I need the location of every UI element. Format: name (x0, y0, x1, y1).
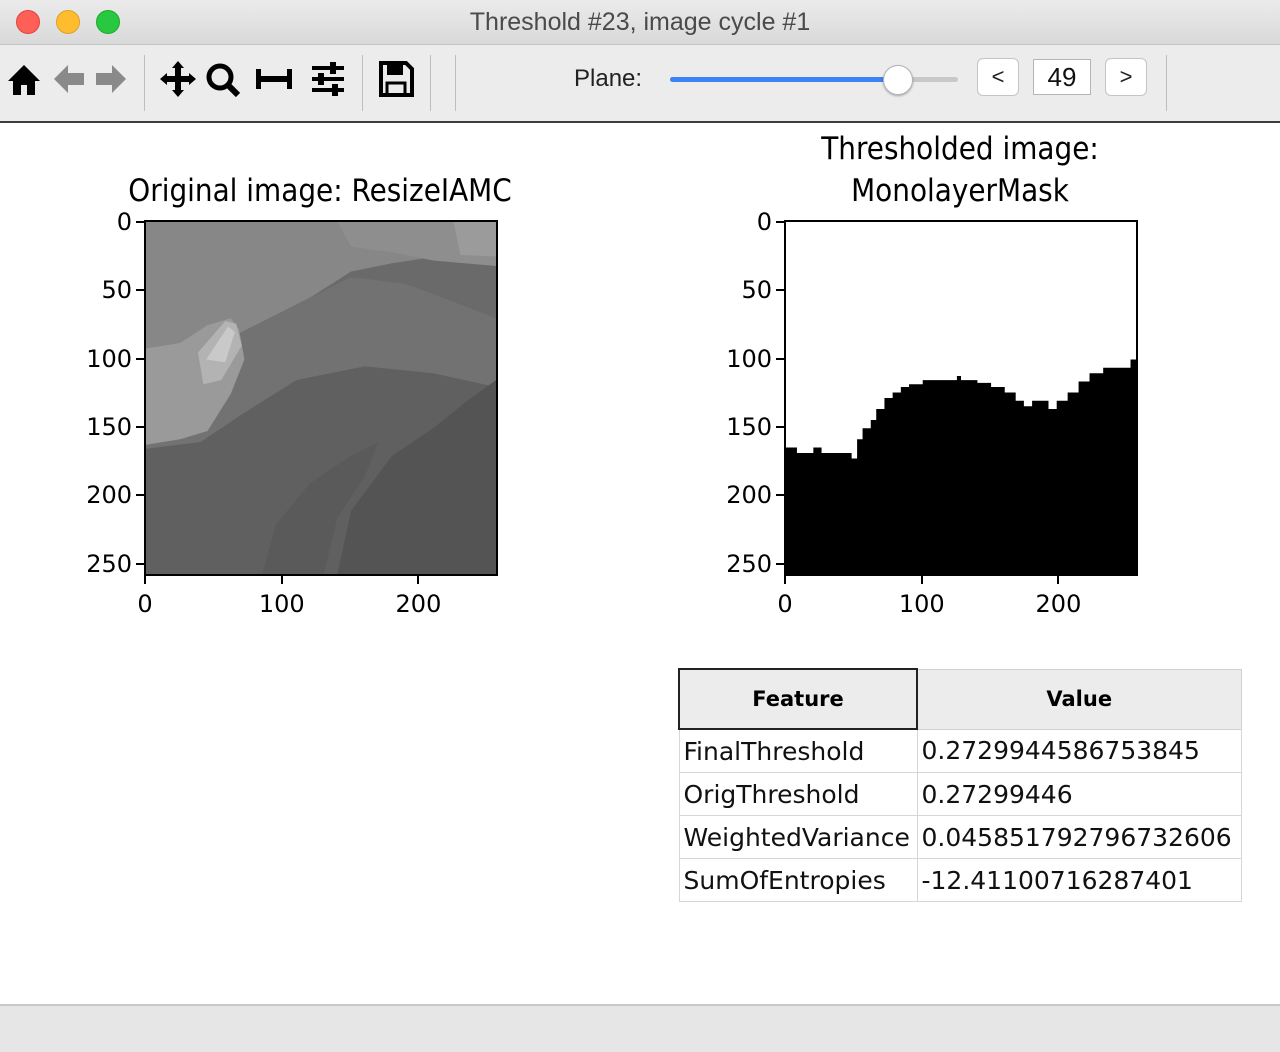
thresholded-xtick (784, 576, 786, 584)
thresholded-image-title-line1: Thresholded image: (821, 131, 1099, 167)
toolbar-separator (1166, 55, 1167, 111)
toolbar-separator (144, 55, 145, 111)
toolbar-separator (455, 55, 456, 111)
thresholded-ytick-label: 150 (726, 413, 772, 442)
feature-cell[interactable]: SumOfEntropies (678, 858, 918, 902)
plane-slider[interactable] (670, 65, 960, 95)
thresholded-xtick-label: 200 (1035, 590, 1082, 618)
feature-cell[interactable]: OrigThreshold (678, 772, 918, 816)
thresholded-ytick-label: 0 (756, 208, 772, 236)
back-arrow-icon[interactable] (48, 57, 88, 101)
table-row[interactable]: SumOfEntropies -12.41100716287401 (678, 858, 1242, 902)
original-grayscale-image (146, 222, 496, 574)
original-xtick (280, 576, 283, 584)
original-xtick-label: 200 (395, 590, 442, 618)
thresholded-xtick (920, 576, 923, 584)
original-xtick-label: 0 (137, 590, 153, 618)
original-ytick (136, 357, 144, 360)
plane-label: Plane: (574, 65, 643, 92)
column-header-value[interactable]: Value (916, 668, 1242, 730)
original-ytick (136, 494, 144, 497)
thresholded-ytick-label: 250 (726, 549, 772, 578)
thresholded-ytick (776, 426, 784, 429)
toolbar: Plane: < > (0, 45, 1280, 123)
thresholded-ytick-label: 100 (726, 344, 772, 373)
toolbar-separator (362, 55, 363, 111)
plane-slider-fill (670, 77, 898, 82)
original-xtick-label: 100 (258, 590, 305, 618)
original-image-title: Original image: ResizeIAMC (128, 173, 512, 209)
original-ytick-label: 250 (86, 549, 132, 578)
original-ytick-label: 150 (86, 413, 132, 442)
monolayer-mask-image (786, 222, 1136, 574)
toolbar-separator (430, 55, 431, 111)
pan-move-icon[interactable] (158, 57, 198, 101)
thresholded-ytick (776, 357, 784, 360)
thresholded-ytick-label: 200 (726, 481, 772, 510)
window-title: Threshold #23, image cycle #1 (469, 8, 811, 36)
feature-table: Feature Value FinalThreshold 0.272994458… (678, 668, 1242, 902)
zoom-magnifier-icon[interactable] (202, 57, 242, 101)
feature-cell[interactable]: FinalThreshold (678, 728, 918, 773)
table-row[interactable]: WeightedVariance 0.045851792796732606 (678, 815, 1242, 859)
thresholded-ytick (776, 562, 784, 565)
thresholded-ytick (776, 289, 784, 292)
feature-cell[interactable]: WeightedVariance (678, 815, 918, 859)
save-floppy-icon[interactable] (376, 57, 416, 101)
thresholded-xtick-label: 100 (898, 590, 945, 618)
original-xtick (417, 576, 420, 584)
window-titlebar: Threshold #23, image cycle #1 (0, 0, 1280, 45)
plane-slider-thumb[interactable] (882, 65, 913, 95)
thresholded-xtick (1057, 576, 1060, 584)
table-header-row: Feature Value (678, 668, 1242, 730)
home-icon[interactable] (4, 57, 44, 101)
original-ytick (136, 221, 144, 223)
original-image-axes (144, 220, 498, 576)
original-ytick-label: 50 (101, 276, 132, 305)
column-header-feature[interactable]: Feature (678, 668, 918, 730)
forward-arrow-icon[interactable] (92, 57, 132, 101)
thresholded-image-axes (784, 220, 1138, 576)
next-plane-button[interactable]: > (1105, 58, 1147, 96)
thresholded-ytick (776, 221, 784, 223)
thresholded-xtick-label: 0 (777, 590, 793, 618)
previous-plane-button[interactable]: < (977, 58, 1019, 96)
original-ytick (136, 426, 144, 429)
original-ytick-label: 200 (86, 481, 132, 510)
value-cell[interactable]: 0.2729944586753845 (916, 728, 1242, 773)
subplot-adjust-icon[interactable] (254, 57, 294, 101)
thresholded-image-title-line2: MonolayerMask (851, 173, 1069, 209)
status-bar (0, 1004, 1280, 1052)
value-cell[interactable]: -12.41100716287401 (916, 858, 1242, 902)
configure-sliders-icon[interactable] (308, 57, 348, 101)
original-ytick (136, 562, 144, 565)
original-ytick-label: 100 (86, 344, 132, 373)
original-ytick-label: 0 (116, 208, 132, 236)
original-ytick (136, 289, 144, 292)
value-cell[interactable]: 0.045851792796732606 (916, 815, 1242, 859)
table-row[interactable]: FinalThreshold 0.2729944586753845 (678, 728, 1242, 773)
original-xtick (144, 576, 146, 584)
value-cell[interactable]: 0.27299446 (916, 772, 1242, 816)
thresholded-ytick (776, 494, 784, 497)
thresholded-ytick-label: 50 (741, 276, 772, 305)
table-row[interactable]: OrigThreshold 0.27299446 (678, 772, 1242, 816)
plane-number-input[interactable] (1033, 59, 1091, 95)
